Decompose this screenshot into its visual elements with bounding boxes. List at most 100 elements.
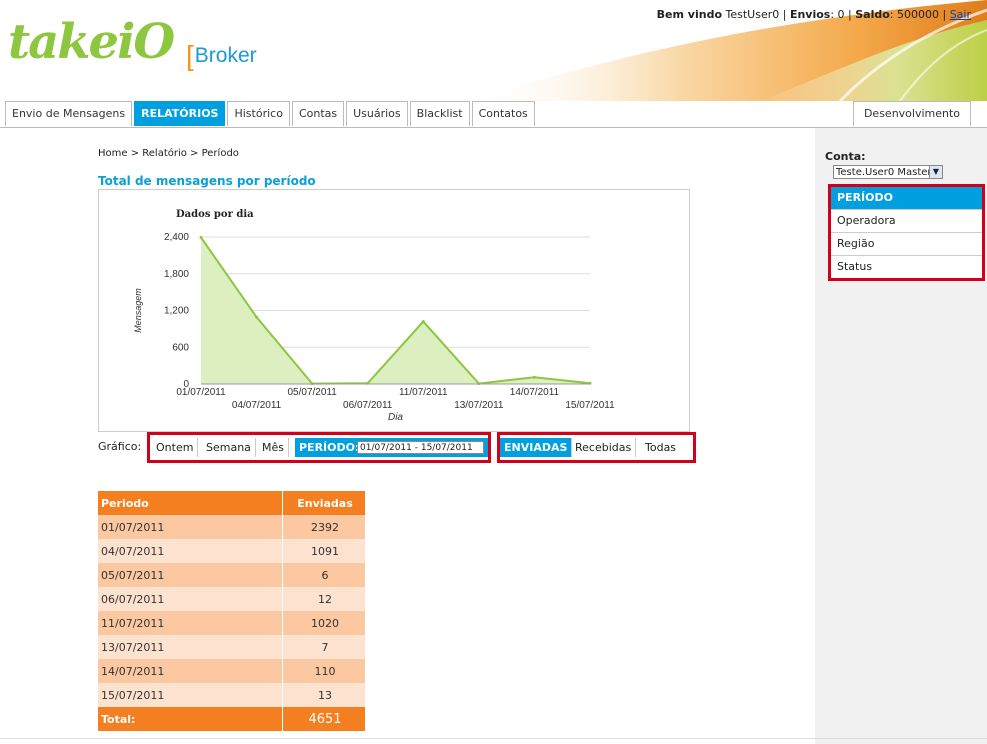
cell-periodo: 13/07/2011 xyxy=(98,635,283,659)
table-row: 06/07/2011 12 xyxy=(98,587,366,611)
table-total-row: Total: 4651 xyxy=(98,707,366,731)
ontem-button[interactable]: Ontem xyxy=(152,438,199,457)
user-info-bar: Bem vindo TestUser0 | Envios: 0 | Saldo:… xyxy=(656,8,971,21)
direction-controls: ENVIADAS Recebidas Todas xyxy=(497,432,696,463)
periodo-selector[interactable]: PERÍODO: 01/07/2011 - 15/07/2011 xyxy=(295,438,488,457)
cell-enviadas: 1091 xyxy=(282,539,366,563)
table-row: 11/07/2011 1020 xyxy=(98,611,366,635)
table-row: 15/07/2011 13 xyxy=(98,683,366,707)
tab-historico[interactable]: Histórico xyxy=(227,101,290,126)
col-header-enviadas: Enviadas xyxy=(282,491,366,515)
cell-periodo: 04/07/2011 xyxy=(98,539,283,563)
tab-contas[interactable]: Contas xyxy=(291,101,345,126)
product-label: Broker xyxy=(194,44,257,67)
x-tick-label: 01/07/2011 xyxy=(176,387,226,398)
product-name: [Broker xyxy=(186,37,257,71)
col-header-periodo: Periodo xyxy=(98,491,283,515)
x-axis-label: Dia xyxy=(388,412,403,423)
y-tick-label: 1,200 xyxy=(164,306,189,317)
username: TestUser0 xyxy=(725,8,780,21)
x-tick-label: 06/07/2011 xyxy=(343,400,393,411)
section-title: Total de mensagens por período xyxy=(98,174,316,188)
logo-io-text: iO xyxy=(117,14,175,70)
chart-title: Dados por dia xyxy=(176,209,254,220)
chevron-down-icon[interactable]: ▼ xyxy=(929,166,942,178)
saldo-value: 500000 xyxy=(896,8,939,21)
x-tick-label: 05/07/2011 xyxy=(287,387,337,398)
y-axis-label: Mensagem xyxy=(133,288,143,333)
chart-svg: 06001,2001,8002,400Dados por dia01/07/20… xyxy=(133,209,615,423)
breadcrumb: Home > Relatório > Período xyxy=(98,148,239,159)
data-point xyxy=(532,375,536,379)
table-row: 13/07/2011 7 xyxy=(98,635,366,659)
tab-relatorios[interactable]: RELATÓRIOS xyxy=(134,101,226,126)
enviadas-button[interactable]: ENVIADAS xyxy=(500,438,573,457)
todas-button[interactable]: Todas xyxy=(641,438,680,457)
x-tick-label: 11/07/2011 xyxy=(399,387,448,398)
periodo-date-input[interactable]: 01/07/2011 - 15/07/2011 xyxy=(357,441,484,454)
menu-item-regiao[interactable]: Região xyxy=(831,233,982,256)
x-tick-label: 14/07/2011 xyxy=(510,387,560,398)
cell-periodo: 11/07/2011 xyxy=(98,611,283,635)
data-point xyxy=(199,235,203,239)
report-type-menu: PERÍODO Operadora Região Status xyxy=(828,184,985,281)
tab-envio-de-mensagens[interactable]: Envio de Mensagens xyxy=(5,101,133,126)
conta-selected-value: Teste.User0 Master xyxy=(836,167,932,178)
menu-item-periodo[interactable]: PERÍODO xyxy=(831,187,982,210)
menu-item-status[interactable]: Status xyxy=(831,256,982,278)
cell-periodo: 01/07/2011 xyxy=(98,515,283,539)
cell-enviadas: 110 xyxy=(282,659,366,683)
table-header-row: Periodo Enviadas xyxy=(98,491,366,515)
x-tick-label: 13/07/2011 xyxy=(454,400,504,411)
cell-periodo: 05/07/2011 xyxy=(98,563,283,587)
total-value: 4651 xyxy=(282,707,366,731)
grafico-label: Gráfico: xyxy=(98,440,142,453)
tab-usuarios[interactable]: Usuários xyxy=(346,101,408,126)
tab-blacklist[interactable]: Blacklist xyxy=(409,101,470,126)
logout-link[interactable]: Sair xyxy=(950,8,971,21)
y-tick-label: 600 xyxy=(172,342,189,353)
mes-button[interactable]: Mês xyxy=(258,438,289,457)
footer-divider xyxy=(0,738,987,739)
cell-enviadas: 12 xyxy=(282,587,366,611)
x-tick-label: 04/07/2011 xyxy=(232,400,282,411)
logo-text: take xyxy=(8,14,119,70)
tab-contatos[interactable]: Contatos xyxy=(471,101,535,126)
right-sidebar: Conta: Teste.User0 Master ▼ PERÍODO Oper… xyxy=(815,128,987,744)
cell-enviadas: 7 xyxy=(282,635,366,659)
envios-label: Envios xyxy=(789,8,831,21)
cell-enviadas: 2392 xyxy=(282,515,366,539)
saldo-label: Saldo xyxy=(855,8,890,21)
header: takeiO [Broker Bem vindo TestUser0 | Env… xyxy=(0,0,987,101)
recebidas-button[interactable]: Recebidas xyxy=(571,438,637,457)
cell-enviadas: 1020 xyxy=(282,611,366,635)
y-tick-label: 1,800 xyxy=(164,269,189,280)
conta-label: Conta: xyxy=(825,150,866,163)
welcome-label: Bem vindo xyxy=(656,8,722,21)
cell-enviadas: 6 xyxy=(282,563,366,587)
table-row: 05/07/2011 6 xyxy=(98,563,366,587)
data-point xyxy=(421,320,425,324)
cell-enviadas: 13 xyxy=(282,683,366,707)
y-tick-label: 2,400 xyxy=(164,232,189,243)
bracket-glyph: [ xyxy=(186,40,194,71)
total-label: Total: xyxy=(98,707,283,731)
takeio-logo: takeiO xyxy=(8,14,175,70)
conta-select[interactable]: Teste.User0 Master ▼ xyxy=(833,165,943,179)
menu-item-operadora[interactable]: Operadora xyxy=(831,210,982,233)
periodo-label: PERÍODO: xyxy=(299,441,360,454)
main-tabs: Envio de Mensagens RELATÓRIOS Histórico … xyxy=(5,101,537,127)
cell-periodo: 15/07/2011 xyxy=(98,683,283,707)
x-tick-label: 15/07/2011 xyxy=(565,400,615,411)
table-row: 01/07/2011 2392 xyxy=(98,515,366,539)
data-point xyxy=(255,315,259,319)
table-row: 14/07/2011 110 xyxy=(98,659,366,683)
tab-desenvolvimento[interactable]: Desenvolvimento xyxy=(853,101,971,126)
results-table: Periodo Enviadas 01/07/2011 2392 04/07/20… xyxy=(98,491,366,731)
period-controls: Ontem Semana Mês PERÍODO: 01/07/2011 - 1… xyxy=(147,432,491,463)
table-row: 04/07/2011 1091 xyxy=(98,539,366,563)
semana-button[interactable]: Semana xyxy=(202,438,256,457)
envios-value: 0 xyxy=(837,8,845,21)
cell-periodo: 14/07/2011 xyxy=(98,659,283,683)
cell-periodo: 06/07/2011 xyxy=(98,587,283,611)
